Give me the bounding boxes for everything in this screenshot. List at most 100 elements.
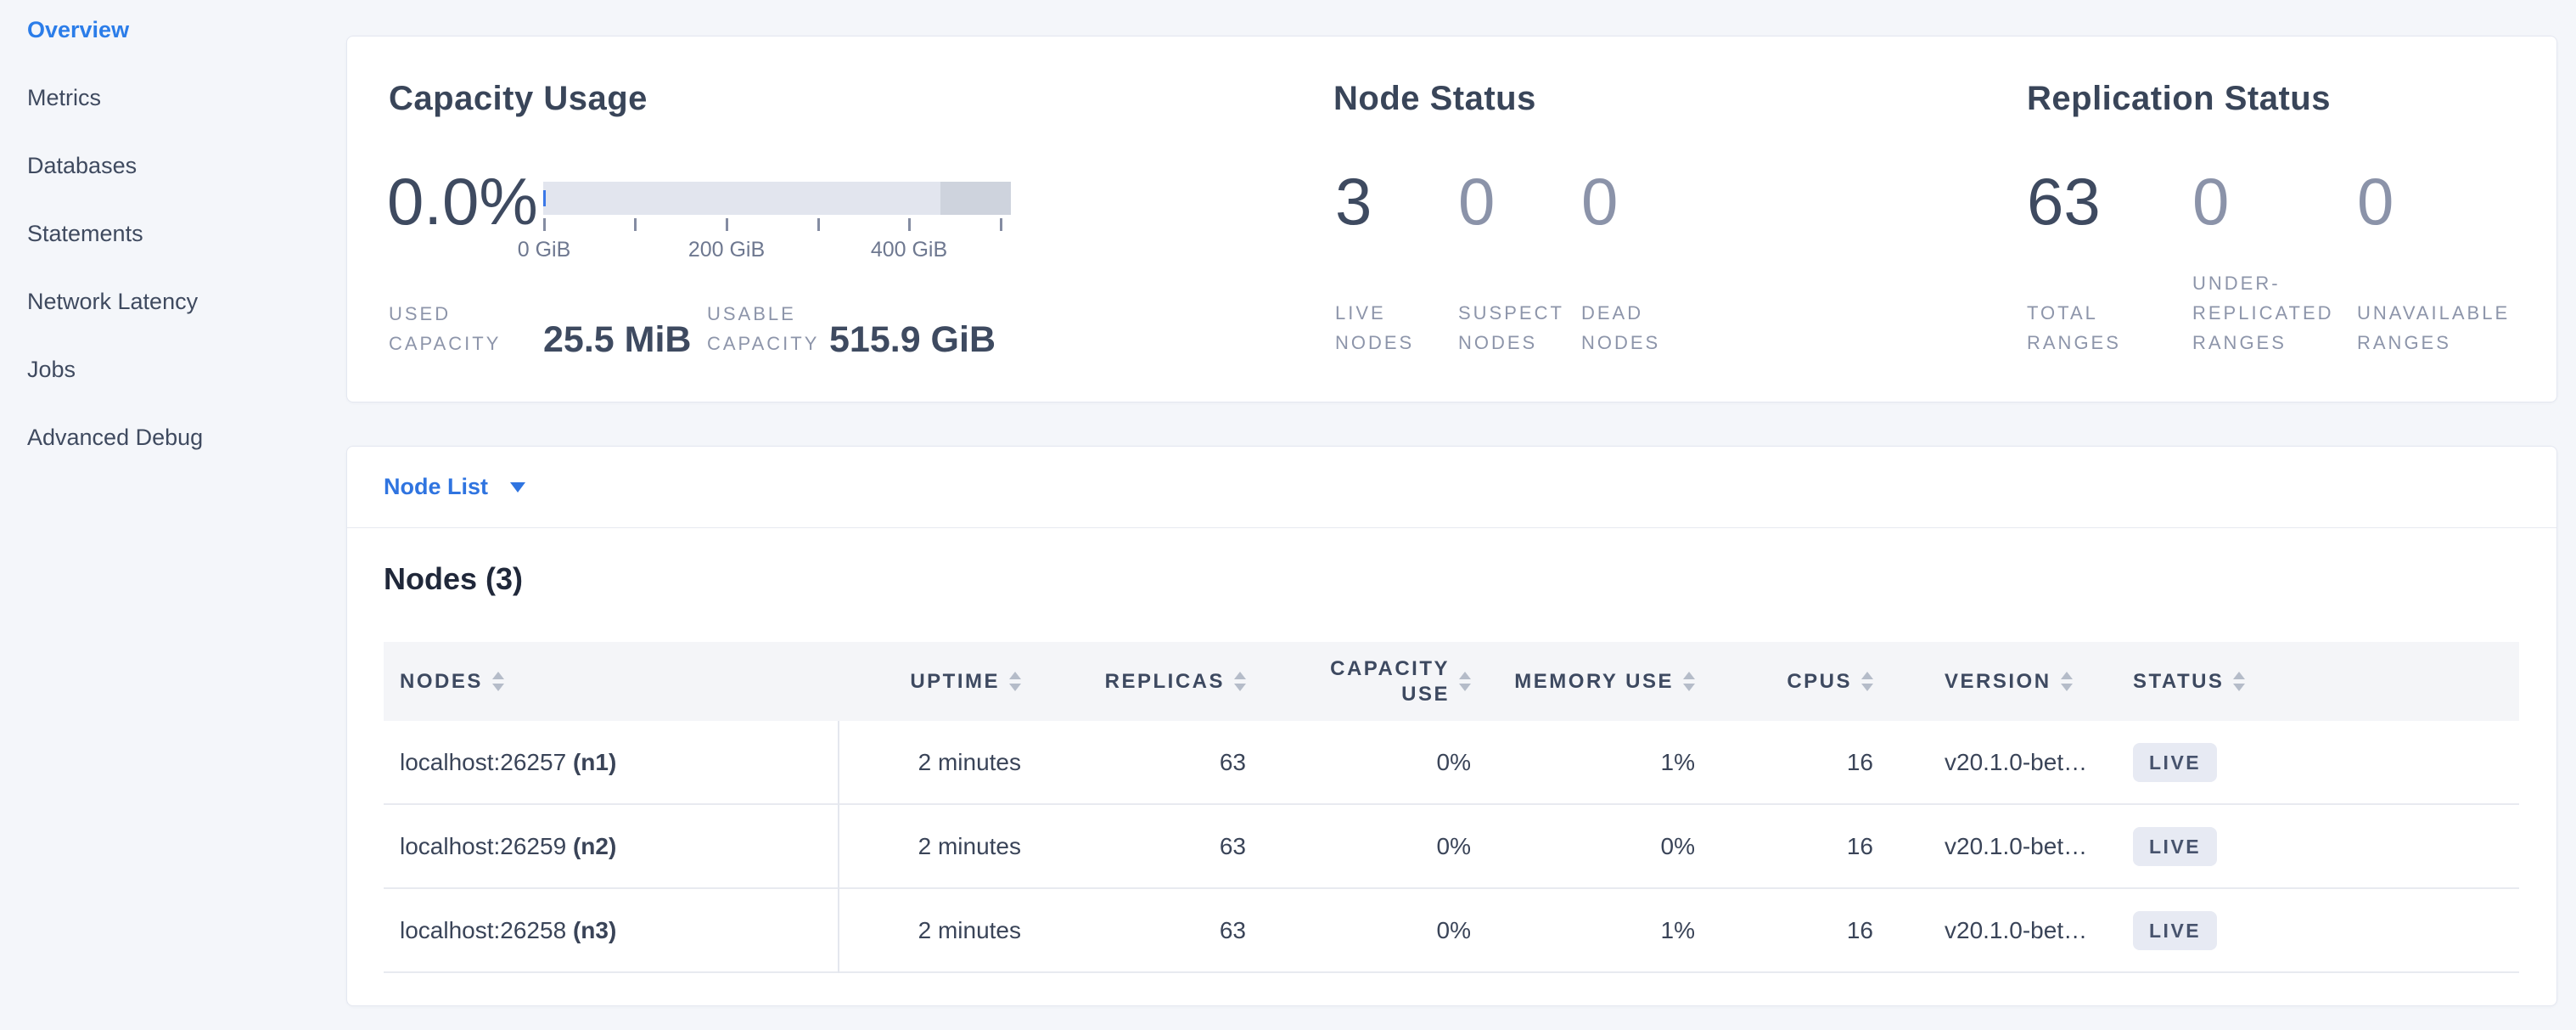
column-header-cpus[interactable]: CPUS [1728,642,1906,721]
replication-status-title: Replication Status [2027,80,2331,118]
capacity-use-cell: 0% [1279,721,1504,804]
sidebar-nav: Overview Metrics Databases Statements Networ… [0,0,346,1030]
replicas-cell: 63 [1054,721,1279,804]
status-cell: LIVE [2123,888,2519,972]
cluster-overview-page: { "colors": { "accent_blue": "#2b7de9", … [0,0,2576,1030]
capacity-use-cell: 0% [1279,888,1504,972]
chevron-down-icon [510,482,525,492]
column-header-label: MEMORY USE [1514,669,1674,695]
metric-value: 0 [1581,168,1618,234]
capacity-percent-value: 0.0% [387,168,538,234]
cpus-cell: 16 [1728,721,1906,804]
node-id: (n2) [573,833,616,859]
sort-icon [1234,672,1246,691]
status-cell: LIVE [2123,721,2519,804]
column-header-label: CAPACITYUSE [1330,656,1450,707]
metric-label: UNDER-REPLICATEDRANGES [2192,268,2334,357]
node-address: localhost:26259 [400,833,573,859]
cpus-cell: 16 [1728,888,1906,972]
stat-value: 515.9 GiB [829,321,996,358]
uptime-cell: 2 minutes [839,888,1054,972]
replicas-cell: 63 [1054,804,1279,888]
column-header-label: UPTIME [910,669,1000,695]
column-header-label: VERSION [1945,669,2051,695]
column-header-label: STATUS [2133,669,2224,695]
node-list-dropdown-label: Node List [384,474,488,500]
node-address-cell: localhost:26258 (n3) [384,888,839,972]
node-id: (n3) [573,917,616,943]
metric-label: SUSPECTNODES [1458,298,1564,357]
status-badge: LIVE [2133,743,2217,782]
column-header-status[interactable]: STATUS [2123,642,2519,721]
nodes-count-heading: Nodes (3) [384,561,523,597]
metric-label: LIVENODES [1335,298,1414,357]
sort-icon [492,672,504,691]
node-status-title: Node Status [1333,80,1536,118]
metric-value: 0 [2357,168,2394,234]
version-cell: v20.1.0-bet… [1906,888,2123,972]
axis-tick-label: 400 GiB [871,238,947,262]
column-header-label: NODES [400,669,483,695]
status-badge: LIVE [2133,911,2217,950]
node-address: localhost:26258 [400,917,573,943]
sort-icon [1683,672,1695,691]
sort-icon [1459,672,1471,691]
sidebar-item-overview[interactable]: Overview [0,19,346,42]
metric-label: DEADNODES [1581,298,1660,357]
sort-icon [1861,672,1873,691]
table-row: localhost:26259 (n2)2 minutes630%0%16v20… [384,804,2519,888]
used-capacity-stat: USEDCAPACITY25.5 MiB [389,299,691,358]
node-id: (n1) [573,749,616,775]
stat-value: 25.5 MiB [543,321,691,358]
usable-capacity-stat: USABLECAPACITY515.9 GiB [707,299,996,358]
column-header-label: CPUS [1787,669,1852,695]
sidebar-item-network-latency[interactable]: Network Latency [0,290,346,313]
sidebar-item-jobs[interactable]: Jobs [0,358,346,381]
table-row: localhost:26258 (n3)2 minutes630%1%16v20… [384,888,2519,972]
metric-label: UNAVAILABLERANGES [2357,298,2510,357]
memory-use-cell: 1% [1504,888,1728,972]
status-cell: LIVE [2123,804,2519,888]
capacity-use-cell: 0% [1279,804,1504,888]
node-address: localhost:26257 [400,749,573,775]
cpus-cell: 16 [1728,804,1906,888]
axis-tick [908,218,911,231]
sort-icon [1009,672,1021,691]
column-header-replicas[interactable]: REPLICAS [1054,642,1279,721]
column-header-nodes[interactable]: NODES [384,642,839,721]
column-header-uptime[interactable]: UPTIME [839,642,1054,721]
sidebar-item-databases[interactable]: Databases [0,155,346,177]
metric-label: TOTALRANGES [2027,298,2121,357]
memory-use-cell: 1% [1504,721,1728,804]
column-header-version[interactable]: VERSION [1906,642,2123,721]
version-cell: v20.1.0-bet… [1906,721,2123,804]
metric-value: 0 [2192,168,2229,234]
axis-tick-label: 0 GiB [518,238,571,262]
sort-icon [2061,672,2073,691]
capacity-usage-bar [543,182,1011,215]
column-header-capacity-use[interactable]: CAPACITYUSE [1279,642,1504,721]
table-row: localhost:26257 (n1)2 minutes630%1%16v20… [384,721,2519,804]
replicas-cell: 63 [1054,888,1279,972]
axis-tick [1000,218,1002,231]
version-cell: v20.1.0-bet… [1906,804,2123,888]
memory-use-cell: 0% [1504,804,1728,888]
axis-tick [634,218,637,231]
node-address-cell: localhost:26257 (n1) [384,721,839,804]
capacity-usage-title: Capacity Usage [389,80,648,118]
sidebar-item-advanced-debug[interactable]: Advanced Debug [0,426,346,449]
axis-tick [817,218,820,231]
nodes-panel-card: Node List Nodes (3) NODES UPTIME REPLICAS C… [346,446,2557,1006]
stat-label: USABLECAPACITY [707,299,829,358]
column-header-memory-use[interactable]: MEMORY USE [1504,642,1728,721]
nodes-table: NODES UPTIME REPLICAS CAPACITYUSE MEMORY USE… [384,642,2519,973]
node-list-dropdown[interactable]: Node List [347,447,2556,528]
cluster-summary-card: Capacity Usage 0.0% 0 GiB200 GiB400 GiB … [346,36,2557,402]
node-address-cell: localhost:26259 (n2) [384,804,839,888]
sort-icon [2233,672,2245,691]
uptime-cell: 2 minutes [839,721,1054,804]
metric-value: 63 [2027,168,2101,234]
axis-tick [543,218,546,231]
sidebar-item-metrics[interactable]: Metrics [0,87,346,110]
sidebar-item-statements[interactable]: Statements [0,222,346,245]
